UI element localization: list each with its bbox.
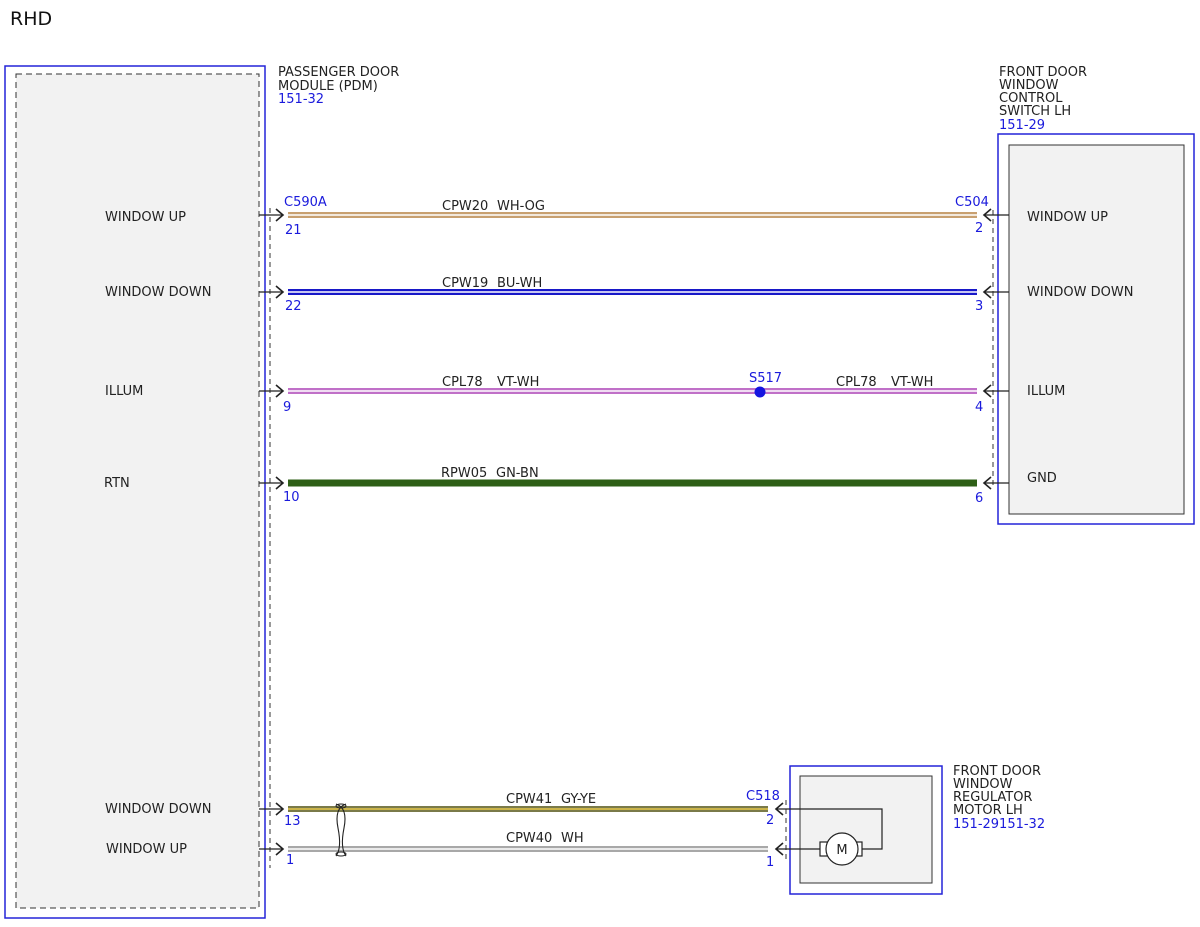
wire-5-pin-left: 13 <box>284 814 301 829</box>
wire-layer <box>288 212 977 852</box>
diagram-title: RHD <box>10 8 52 30</box>
wire-1-circuit: CPW20 <box>442 199 488 214</box>
pdm-pin-window-up-2: WINDOW UP <box>106 842 187 857</box>
wire-1-pin-left: 21 <box>285 223 302 238</box>
wire-4-pin-left: 10 <box>283 490 300 505</box>
wire-2-color: BU-WH <box>497 276 542 291</box>
wire-6-pin-left: 1 <box>286 853 294 868</box>
motor-name-line4: MOTOR LH <box>953 803 1023 818</box>
wiring-diagram: RHD PASSENGER DOOR MODULE (PDM) 151-32 W… <box>4 8 1195 919</box>
motor-module-body <box>799 775 933 884</box>
splice-id: S517 <box>749 371 782 386</box>
switch-pin-illum: ILLUM <box>1027 384 1065 399</box>
splice-point[interactable] <box>754 386 766 398</box>
switch-reference: 151-29 <box>999 118 1045 133</box>
wire-6-circuit: CPW40 <box>506 831 552 846</box>
wire-1-pin-right: 2 <box>975 221 983 236</box>
wire-2-pin-left: 22 <box>285 299 302 314</box>
wire-3-circuit-right: CPL78 <box>836 375 877 390</box>
motor-connector-id: C518 <box>746 789 780 804</box>
switch-name-line4: SWITCH LH <box>999 104 1071 119</box>
pdm-name-line1: PASSENGER DOOR <box>278 65 399 80</box>
wire-3-color-right: VT-WH <box>891 375 933 390</box>
wire-3-circuit: CPL78 <box>442 375 483 390</box>
switch-pin-window-down: WINDOW DOWN <box>1027 285 1133 300</box>
switch-module-body <box>1008 144 1185 515</box>
pdm-connector-id: C590A <box>284 195 327 210</box>
pdm-module-body <box>15 73 260 909</box>
wire-6-pin-right: 1 <box>766 855 774 870</box>
wire-3-color: VT-WH <box>497 375 539 390</box>
terminal-arrows <box>259 208 992 856</box>
motor-reference: 151-29151-32 <box>953 817 1045 832</box>
wire-4-color: GN-BN <box>496 466 539 481</box>
wire-6-color: WH <box>561 831 584 846</box>
pdm-pin-window-down: WINDOW DOWN <box>105 285 211 300</box>
switch-pin-window-up: WINDOW UP <box>1027 210 1108 225</box>
motor-module[interactable] <box>789 765 943 895</box>
wire-2-circuit: CPW19 <box>442 276 488 291</box>
switch-pin-gnd: GND <box>1027 471 1057 486</box>
switch-module[interactable] <box>997 133 1195 525</box>
pdm-module[interactable] <box>4 65 266 919</box>
pdm-pin-window-down-2: WINDOW DOWN <box>105 802 211 817</box>
motor-symbol-label: M <box>836 843 847 858</box>
pdm-pin-illum: ILLUM <box>105 384 143 399</box>
pdm-pin-window-up: WINDOW UP <box>105 210 186 225</box>
wire-5-circuit: CPW41 <box>506 792 552 807</box>
wire-5-pin-right: 2 <box>766 813 774 828</box>
wire-2-pin-right: 3 <box>975 299 983 314</box>
pdm-pin-rtn: RTN <box>104 476 130 491</box>
wire-3-pin-left: 9 <box>283 400 291 415</box>
switch-connector-id: C504 <box>955 195 989 210</box>
pdm-reference: 151-32 <box>278 92 324 107</box>
wire-3-pin-right: 4 <box>975 400 983 415</box>
wire-4-pin-right: 6 <box>975 491 983 506</box>
wire-4-circuit: RPW05 <box>441 466 487 481</box>
wire-1-color: WH-OG <box>497 199 545 214</box>
wire-5-color: GY-YE <box>561 792 596 807</box>
